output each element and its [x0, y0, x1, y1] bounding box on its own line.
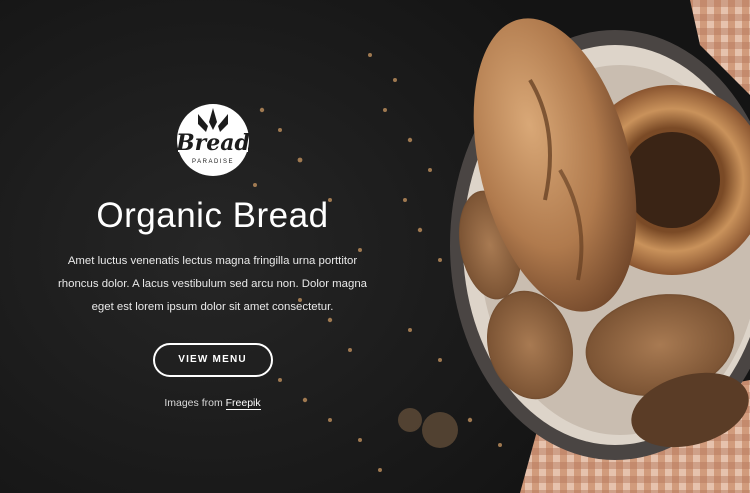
logo-word: Bread: [175, 130, 250, 156]
bread-paradise-logo: Bread PARADISE: [175, 104, 250, 176]
freepik-link[interactable]: Freepik: [225, 397, 261, 410]
logo-sub: PARADISE: [192, 159, 234, 165]
hero-section: Bread PARADISE Organic Bread Amet luctus…: [0, 0, 750, 493]
view-menu-button[interactable]: VIEW MENU: [152, 343, 273, 377]
hero-content: Bread PARADISE Organic Bread Amet luctus…: [50, 100, 375, 410]
credit-prefix: Images from: [164, 397, 226, 409]
hero-description: Amet luctus venenatis lectus magna fring…: [58, 255, 367, 313]
page-title: Organic Bread: [96, 196, 329, 235]
image-credit: Images from Freepik: [50, 397, 375, 410]
